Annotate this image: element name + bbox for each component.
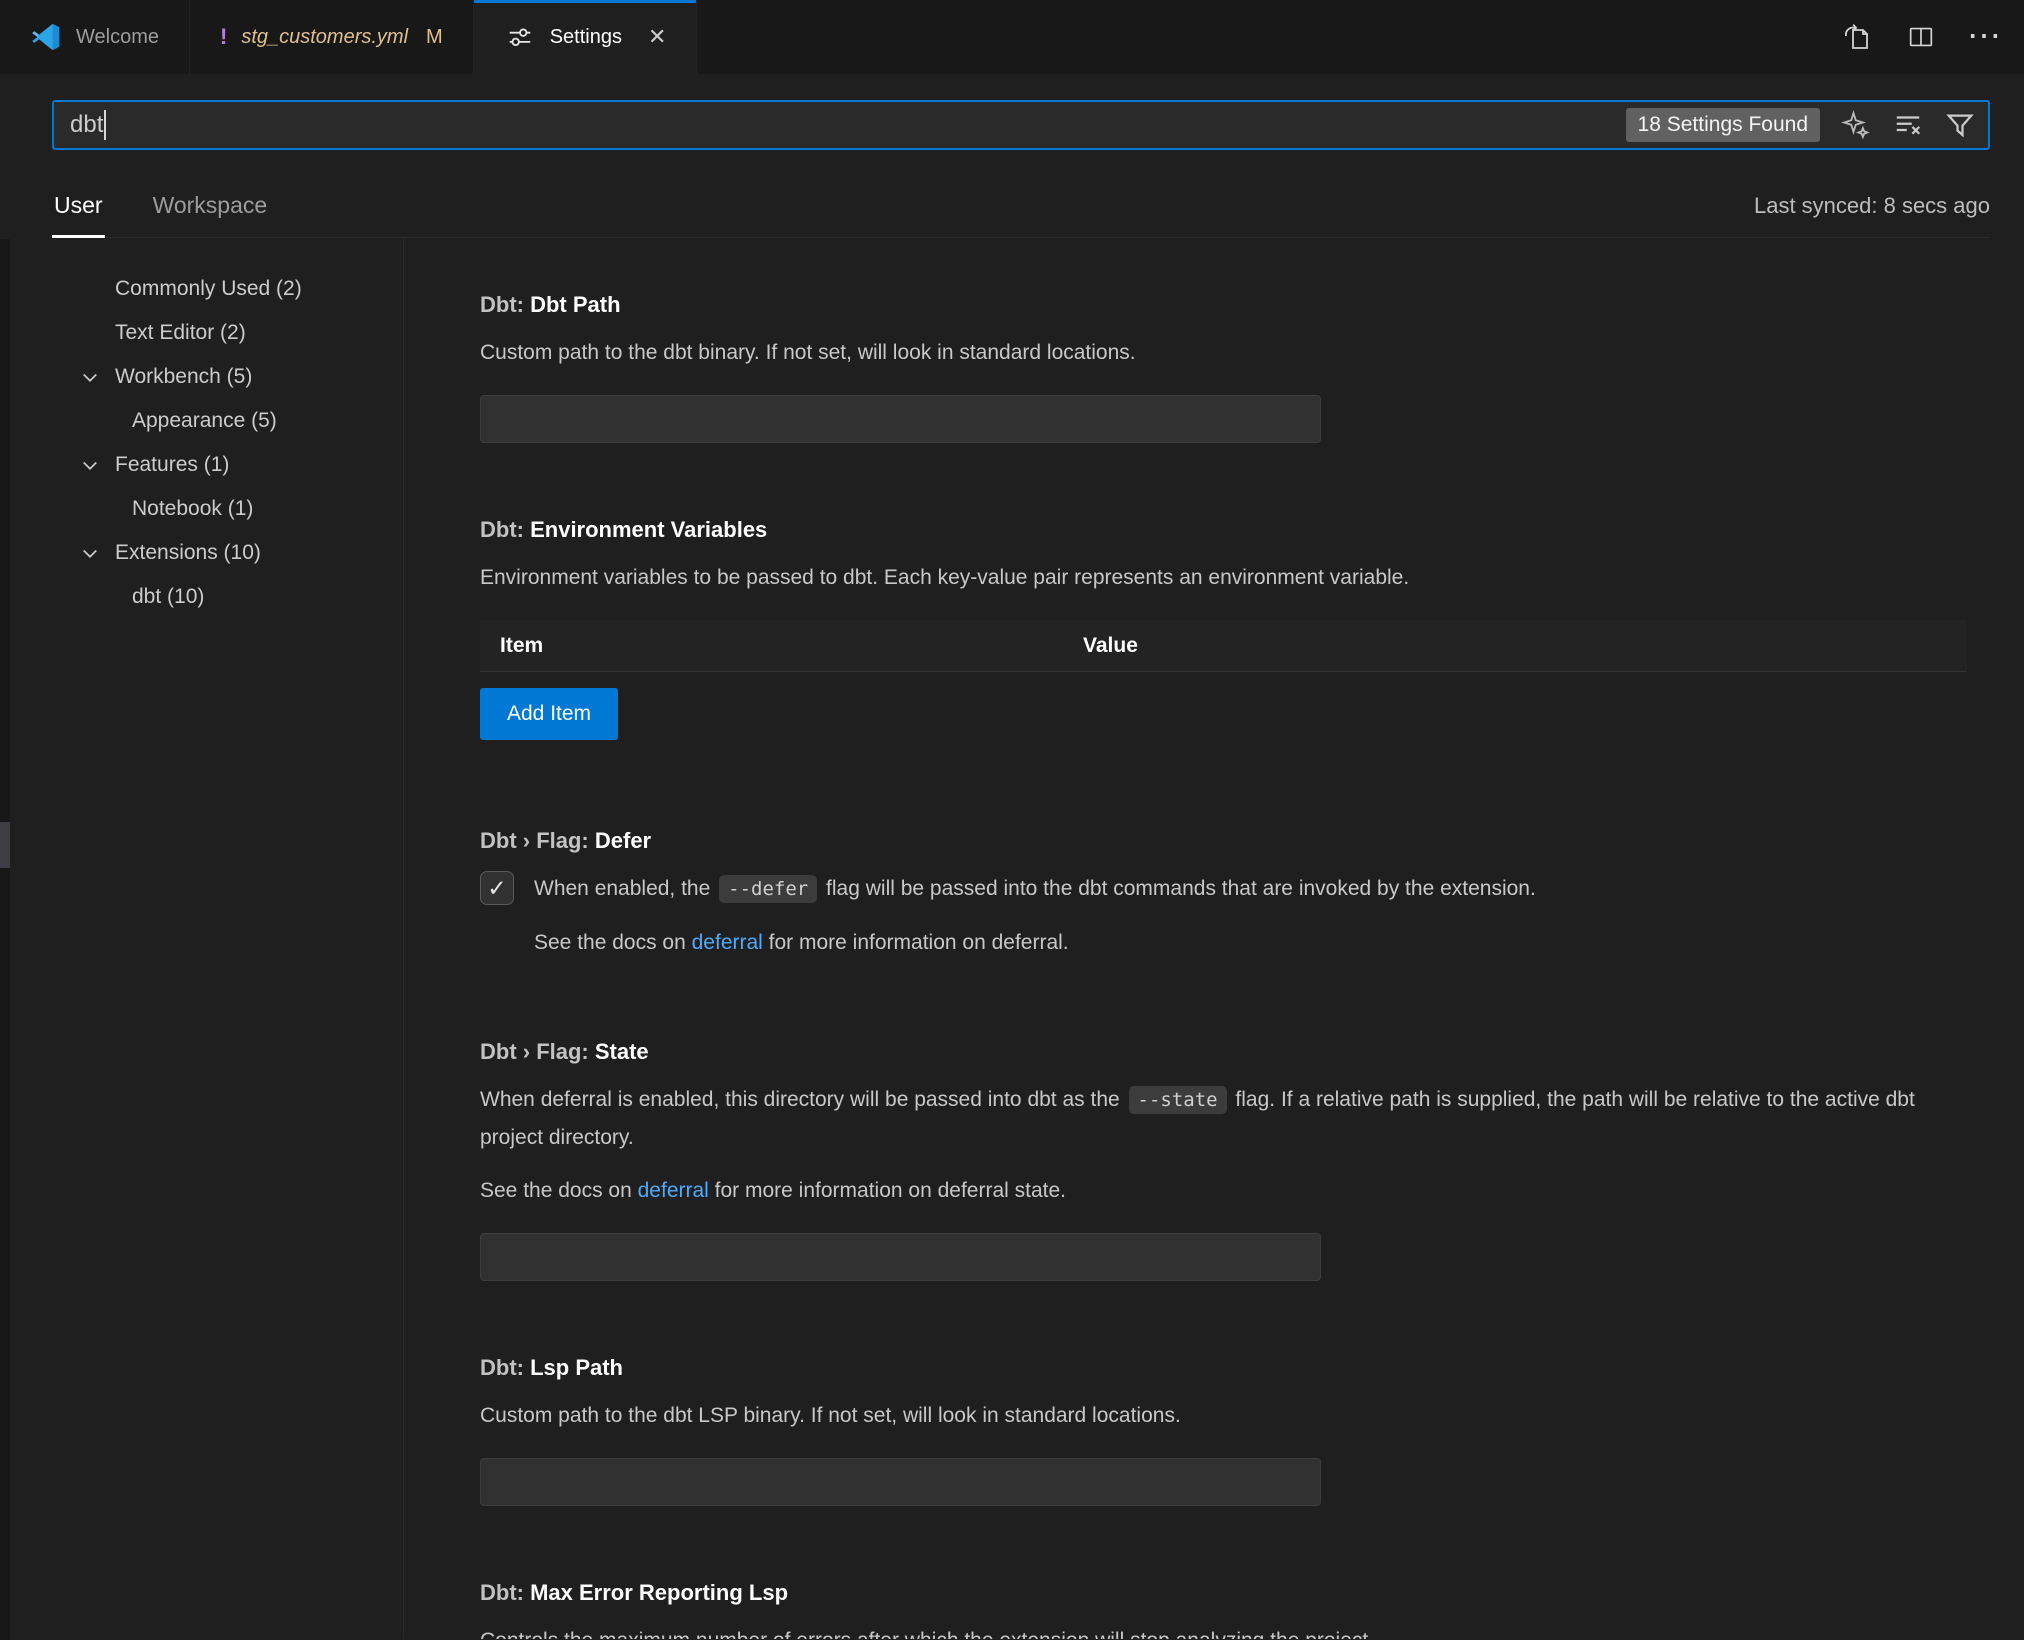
defer-checkbox-row: ✓ When enabled, the --defer flag will be… — [480, 870, 1990, 908]
ai-search-icon[interactable] — [1840, 109, 1872, 141]
tab-label: Welcome — [76, 26, 159, 49]
setting-description: When deferral is enabled, this directory… — [480, 1081, 1940, 1156]
chevron-down-icon — [80, 543, 100, 563]
editor-actions: ⋯ — [1840, 0, 2024, 74]
setting-title: Dbt › Flag: State — [480, 1037, 1990, 1067]
chevron-down-icon — [80, 455, 100, 475]
vscode-logo-icon — [30, 21, 62, 53]
setting-max-error-reporting-lsp: Dbt: Max Error Reporting Lsp Controls th… — [480, 1578, 1990, 1639]
dbt-path-input[interactable] — [480, 395, 1321, 443]
editor-tab-bar: Welcome ! stg_customers.yml M Settings ✕ — [0, 0, 2024, 74]
filter-icon[interactable] — [1944, 109, 1976, 141]
toc-item-dbt[interactable]: dbt (10) — [0, 575, 403, 619]
settings-search-row: dbt 18 Settings Found — [0, 74, 2024, 150]
tab-settings[interactable]: Settings ✕ — [474, 0, 698, 74]
docs-line: See the docs on deferral for more inform… — [480, 1172, 1990, 1209]
check-icon: ✓ — [487, 870, 506, 907]
setting-description: Custom path to the dbt LSP binary. If no… — [480, 1397, 1990, 1434]
setting-dbt-path: Dbt: Dbt Path Custom path to the dbt bin… — [480, 290, 1990, 443]
scope-row: User Workspace Last synced: 8 secs ago — [52, 150, 1990, 238]
setting-flag-state: Dbt › Flag: State When deferral is enabl… — [480, 1037, 1990, 1281]
add-item-button[interactable]: Add Item — [480, 688, 618, 740]
settings-list: Dbt: Dbt Path Custom path to the dbt bin… — [404, 238, 2024, 1639]
setting-description: Environment variables to be passed to db… — [480, 559, 1990, 596]
setting-title: Dbt: Dbt Path — [480, 290, 1990, 320]
column-header-value: Value — [1083, 634, 1967, 658]
results-count-badge: 18 Settings Found — [1626, 108, 1820, 142]
search-caret — [104, 110, 106, 140]
toc-item-appearance[interactable]: Appearance (5) — [0, 399, 403, 443]
search-value: dbt — [70, 111, 103, 139]
lsp-path-input[interactable] — [480, 1458, 1321, 1506]
tab-stg-customers-yml[interactable]: ! stg_customers.yml M — [190, 0, 474, 74]
search-controls: 18 Settings Found — [1626, 108, 1976, 142]
last-synced-label: Last synced: 8 secs ago — [1754, 193, 1990, 237]
tab-label: Settings — [550, 26, 622, 49]
settings-search-input[interactable]: dbt 18 Settings Found — [52, 100, 1990, 150]
settings-toc: Commonly Used (2) Text Editor (2) Workbe… — [0, 238, 404, 1639]
settings-sliders-icon — [504, 21, 536, 53]
docs-link[interactable]: deferral — [692, 931, 763, 954]
docs-link[interactable]: deferral — [638, 1179, 709, 1202]
docs-line: See the docs on deferral for more inform… — [480, 924, 1990, 961]
toc-item-notebook[interactable]: Notebook (1) — [0, 487, 403, 531]
warning-icon: ! — [220, 24, 227, 50]
code-chip: --defer — [719, 875, 817, 903]
more-actions-icon[interactable]: ⋯ — [1968, 20, 2002, 54]
left-sash — [0, 239, 10, 1640]
defer-checkbox[interactable]: ✓ — [480, 871, 514, 905]
setting-title: Dbt: Max Error Reporting Lsp — [480, 1578, 1990, 1608]
scope-tab-workspace[interactable]: Workspace — [151, 192, 270, 237]
setting-title: Dbt › Flag: Defer — [480, 826, 1990, 856]
flag-state-input[interactable] — [480, 1233, 1321, 1281]
sash-handle[interactable] — [0, 822, 10, 868]
setting-environment-variables: Dbt: Environment Variables Environment v… — [480, 515, 1990, 740]
setting-title: Dbt: Lsp Path — [480, 1353, 1990, 1383]
git-modified-badge: M — [426, 26, 443, 49]
clear-filters-icon[interactable] — [1892, 109, 1924, 141]
setting-description: Custom path to the dbt binary. If not se… — [480, 334, 1990, 371]
setting-flag-defer: Dbt › Flag: Defer ✓ When enabled, the --… — [480, 826, 1990, 961]
tab-label: stg_customers.yml — [241, 26, 408, 49]
column-header-item: Item — [480, 634, 1083, 658]
toc-item-workbench[interactable]: Workbench (5) — [0, 355, 403, 399]
code-chip: --state — [1129, 1086, 1227, 1114]
chevron-down-icon — [80, 367, 100, 387]
open-preview-icon[interactable] — [1840, 20, 1874, 54]
toc-item-text-editor[interactable]: Text Editor (2) — [0, 311, 403, 355]
env-variables-table: Item Value — [480, 620, 1967, 672]
setting-title: Dbt: Environment Variables — [480, 515, 1990, 545]
split-editor-icon[interactable] — [1904, 20, 1938, 54]
tab-welcome[interactable]: Welcome — [0, 0, 190, 74]
setting-description: When enabled, the --defer flag will be p… — [534, 870, 1536, 908]
toc-item-features[interactable]: Features (1) — [0, 443, 403, 487]
toc-item-extensions[interactable]: Extensions (10) — [0, 531, 403, 575]
close-icon[interactable]: ✕ — [648, 26, 666, 48]
env-table-header: Item Value — [480, 620, 1967, 672]
toc-item-commonly-used[interactable]: Commonly Used (2) — [0, 267, 403, 311]
setting-lsp-path: Dbt: Lsp Path Custom path to the dbt LSP… — [480, 1353, 1990, 1506]
setting-description: Controls the maximum number of errors af… — [480, 1622, 1990, 1639]
scope-tab-user[interactable]: User — [52, 192, 105, 237]
